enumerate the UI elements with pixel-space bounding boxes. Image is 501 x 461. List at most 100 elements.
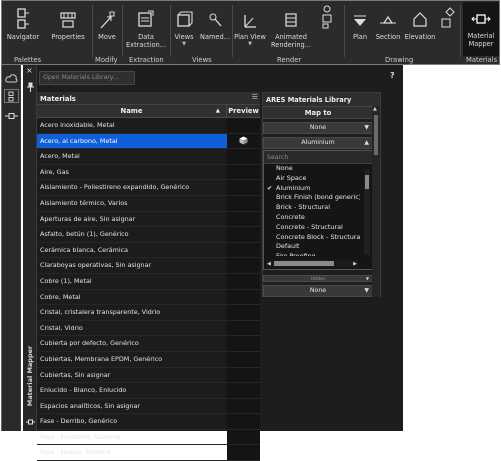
views-button[interactable]: Views ▼ — [173, 3, 195, 55]
palette-title-bar[interactable]: × Material Mapper — [23, 65, 37, 431]
sort-ascending-icon[interactable]: ▲ — [216, 105, 220, 118]
map-to-header: Map to — [263, 106, 373, 119]
material-row[interactable]: Fase - Derribo, Genérico — [37, 414, 260, 430]
plan-button[interactable]: Plan — [348, 3, 372, 55]
dropdown-option[interactable]: Fire Proofing — [264, 252, 360, 256]
group-label-views: Views — [192, 56, 212, 64]
dropdown-option[interactable]: Default — [264, 242, 360, 252]
map-to-select-open[interactable]: Aluminium ▲ — [263, 137, 373, 149]
material-preview — [227, 320, 260, 336]
dropdown-option[interactable]: None — [264, 164, 360, 174]
navigator-icon[interactable] — [4, 89, 19, 103]
filter-icon[interactable]: ☰ — [252, 93, 258, 101]
close-icon[interactable]: × — [26, 66, 33, 75]
scrollbar-thumb[interactable] — [365, 175, 369, 189]
map-to-select[interactable]: None ▼ — [263, 122, 373, 134]
material-row[interactable]: Cubierta por defecto, Genérico — [37, 336, 260, 352]
dropdown-horizontal-scrollbar[interactable]: ◀ ▶ — [266, 260, 358, 267]
chevron-down-icon: ▼ — [182, 41, 186, 47]
chevron-down-icon: ▼ — [364, 124, 369, 131]
animated-rendering-button[interactable]: Animated Rendering... — [269, 3, 313, 55]
help-icon[interactable]: ? — [390, 71, 395, 80]
material-row[interactable]: Espacios analíticos, Sin asignar — [37, 398, 260, 415]
open-materials-library-input[interactable]: Open Materials Library... — [39, 71, 135, 85]
name-column-header[interactable]: Name ▲ — [37, 105, 227, 117]
map-to-select[interactable]: None ▼ — [263, 285, 373, 297]
cloud-icon[interactable] — [4, 71, 19, 85]
material-name: Aislamiento - Poliestireno expandido, Ge… — [40, 183, 190, 192]
drawing-tools-button[interactable] — [438, 3, 458, 55]
material-name: Cobre (1), Metal — [40, 276, 92, 285]
plan-view-button[interactable]: Plan View ▼ — [234, 3, 266, 55]
material-row[interactable]: Aire, Gas — [37, 164, 260, 181]
panel-vertical-scrollbar[interactable]: ▲ — [372, 106, 380, 297]
chevron-down-icon: ▼ — [365, 276, 369, 281]
materials-list: Acero inoxidable, Metal Acero, al carbono… — [37, 118, 260, 461]
data-extraction-button[interactable]: Data Extraction... — [125, 3, 167, 55]
materials-header: Materials ☰ — [37, 92, 260, 105]
palette-title: Material Mapper — [26, 345, 34, 407]
material-row[interactable]: Cristal, cristalera transparente, Vidrio — [37, 305, 260, 321]
navigator-button[interactable]: Navigator — [5, 3, 41, 55]
render-tools-button[interactable] — [316, 3, 340, 55]
elevation-button[interactable]: Elevation — [403, 3, 437, 55]
dropdown-option[interactable]: Brick Finish (bond generic) — [264, 193, 360, 203]
material-row[interactable]: Asfalto, betún (1), Genérico — [37, 227, 260, 243]
dropdown-option[interactable]: Concrete — [264, 213, 360, 223]
material-row[interactable]: Claraboyas operativas, Sin asignar — [37, 258, 260, 274]
material-row[interactable]: Cubiertas, Membrana EPDM, Genérico — [37, 351, 260, 368]
ares-library-header: ARES Materials Library — [263, 93, 380, 106]
dropdown-vertical-scrollbar[interactable] — [364, 169, 370, 255]
dropdown-option[interactable]: Concrete Block - Structural — [264, 233, 360, 243]
named-views-button[interactable]: Named... — [199, 3, 231, 55]
chevron-left-icon[interactable]: ◀ — [267, 261, 271, 267]
material-name: Cerámica blanca, Cerámica — [40, 245, 129, 254]
material-row[interactable]: Cobre (1), Metal — [37, 273, 260, 290]
material-row[interactable]: Fase - Nueva, Sistema — [37, 445, 260, 461]
material-name: Fase - Derribo, Genérico — [40, 417, 118, 426]
properties-icon — [58, 3, 78, 31]
material-row[interactable]: Fase - Existente, Sistema — [37, 429, 260, 446]
material-row[interactable]: Acero, al carbono, Metal — [37, 133, 260, 150]
material-mapper-button[interactable]: Material Mapper — [463, 2, 499, 56]
material-name: Aislamiento térmico, Varios — [40, 198, 128, 207]
dropdown-option[interactable]: Brick - Structural — [264, 203, 360, 213]
material-name: Fase - Existente, Sistema — [40, 432, 121, 441]
material-row[interactable]: Cristal, Vidrio — [37, 320, 260, 337]
chevron-up-icon: ▲ — [364, 139, 369, 146]
scrollbar-thumb[interactable] — [374, 115, 378, 155]
dropdown-option[interactable]: ✔ Aluminium — [264, 184, 360, 194]
material-preview — [227, 258, 260, 273]
move-button[interactable]: Move — [94, 3, 120, 55]
material-row[interactable]: Cerámica blanca, Cerámica — [37, 242, 260, 259]
material-row[interactable]: Cubiertas, Sin asignar — [37, 367, 260, 384]
pin-icon[interactable] — [27, 77, 34, 96]
dropdown-option[interactable]: Concrete - Structural — [264, 223, 360, 233]
chevron-right-icon[interactable]: ▶ — [353, 261, 357, 267]
material-row[interactable]: Aperturas de aire, Sin asignar — [37, 211, 260, 228]
material-row[interactable]: Aislamiento térmico, Varios — [37, 195, 260, 212]
dropdown-search-input[interactable]: Search — [264, 151, 372, 164]
preview-column-header[interactable]: Preview — [227, 105, 260, 117]
material-preview — [227, 305, 260, 320]
material-dropdown-list: Search None Air Space ✔ Aluminium Brick Fini… — [263, 150, 373, 270]
scrollbar-thumb[interactable] — [274, 261, 334, 266]
material-mapper-icon[interactable] — [4, 109, 19, 123]
group-label-palettes: Palettes — [14, 56, 42, 64]
material-row[interactable]: Aislamiento - Poliestireno expandido, Ge… — [37, 180, 260, 196]
properties-button[interactable]: Properties — [48, 3, 88, 55]
dropdown-options: None Air Space ✔ Aluminium Brick Finish (bon… — [264, 164, 372, 256]
material-name: Cobre, Metal — [40, 292, 81, 301]
material-preview — [227, 118, 260, 133]
material-row[interactable]: Cobre, Metal — [37, 289, 260, 306]
material-row[interactable]: Enlucido - Blanco, Enlucido — [37, 383, 260, 399]
material-preview — [227, 398, 260, 414]
render-settings-icon — [319, 3, 337, 31]
material-row[interactable]: Acero, Metal — [37, 149, 260, 165]
chevron-up-icon[interactable]: ▲ — [373, 106, 377, 112]
chevron-down-icon: ▼ — [248, 41, 252, 47]
material-row[interactable]: Acero inoxidable, Metal — [37, 118, 260, 134]
dropdown-option[interactable]: Air Space — [264, 174, 360, 184]
section-button[interactable]: Section — [374, 3, 402, 55]
map-to-select-hidden[interactable]: Hidden ▼ — [263, 275, 373, 282]
